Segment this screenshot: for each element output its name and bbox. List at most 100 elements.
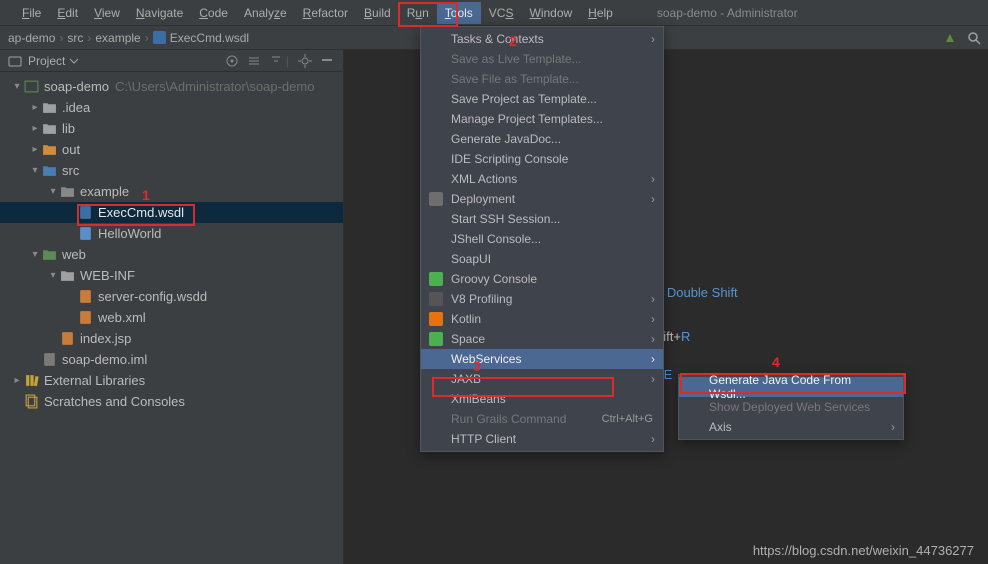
menu-edit[interactable]: Edit [49, 2, 86, 24]
chevron-icon[interactable]: ▸ [10, 370, 24, 391]
tree-node-label: web [62, 244, 86, 265]
tools-menu-item-kotlin[interactable]: Kotlin [421, 309, 663, 329]
menu-vcs[interactable]: VCS [481, 2, 522, 24]
collapse-all-icon[interactable] [268, 53, 284, 69]
chevron-icon[interactable]: ▾ [46, 265, 60, 286]
submenu-arrow-icon [651, 352, 655, 366]
build-icon[interactable] [944, 30, 960, 46]
crumb-2[interactable]: example [95, 31, 140, 45]
watermark: https://blog.csdn.net/weixin_44736277 [753, 543, 974, 558]
tools-menu-item-manage-project-templates[interactable]: Manage Project Templates... [421, 109, 663, 129]
tools-menu-item-generate-javadoc[interactable]: Generate JavaDoc... [421, 129, 663, 149]
hide-icon[interactable] [319, 53, 335, 69]
tools-menu-item-space[interactable]: Space [421, 329, 663, 349]
chevron-icon[interactable]: ▸ [28, 139, 42, 160]
chevron-icon[interactable]: ▾ [46, 181, 60, 202]
tree-node-label: out [62, 139, 80, 160]
project-tree[interactable]: ▾soap-demoC:\Users\Administrator\soap-de… [0, 72, 343, 416]
crumb-0[interactable]: ap-demo [8, 31, 55, 45]
tree-node-index-jsp[interactable]: index.jsp [0, 328, 343, 349]
tree-node-label: External Libraries [44, 370, 145, 391]
tools-menu-item-start-ssh-session[interactable]: Start SSH Session... [421, 209, 663, 229]
ws-submenu-item-generate-java-code-from-wsdl[interactable]: Generate Java Code From Wsdl... [679, 377, 903, 397]
tree-node-lib[interactable]: ▸ lib [0, 118, 343, 139]
ws-submenu-item-axis[interactable]: Axis [679, 417, 903, 437]
crumb-1[interactable]: src [67, 31, 83, 45]
menu-analyze[interactable]: Analyze [236, 2, 295, 24]
tree-node-scratches-and-consoles[interactable]: Scratches and Consoles [0, 391, 343, 412]
tools-menu-item-webservices[interactable]: WebServices [421, 349, 663, 369]
menu-item-icon [429, 272, 443, 286]
menu-help[interactable]: Help [580, 2, 621, 24]
tools-menu-item-ide-scripting-console[interactable]: IDE Scripting Console [421, 149, 663, 169]
submenu-arrow-icon [651, 172, 655, 186]
menu-tools[interactable]: Tools [437, 2, 481, 24]
tree-node-web-inf[interactable]: ▾WEB-INF [0, 265, 343, 286]
locate-icon[interactable] [224, 53, 240, 69]
tree-node-label: web.xml [98, 307, 146, 328]
chevron-icon[interactable]: ▸ [28, 97, 42, 118]
tree-node-example[interactable]: ▾example [0, 181, 343, 202]
tools-menu-item-jshell-console[interactable]: JShell Console... [421, 229, 663, 249]
tree-node-label: lib [62, 118, 75, 139]
tools-menu-item-soapui[interactable]: SoapUI [421, 249, 663, 269]
tree-node-label: src [62, 160, 79, 181]
project-panel: Project | ▾soap-demoC:\Users\Administrat… [0, 50, 344, 564]
chevron-icon[interactable]: ▾ [28, 244, 42, 265]
menu-item-icon [429, 292, 443, 306]
tree-node-out[interactable]: ▸ out [0, 139, 343, 160]
tree-node-soap-demo-iml[interactable]: soap-demo.iml [0, 349, 343, 370]
folder-icon [42, 121, 57, 136]
tree-node-execcmd-wsdl[interactable]: ExecCmd.wsdl [0, 202, 343, 223]
dropdown-icon[interactable] [69, 56, 79, 66]
tree-node-web[interactable]: ▾ web [0, 244, 343, 265]
menu-item-label: Start SSH Session... [451, 212, 560, 226]
tools-menu-item-deployment[interactable]: Deployment [421, 189, 663, 209]
cfg-icon [78, 289, 93, 304]
tools-menu-item-jaxb[interactable]: JAXB [421, 369, 663, 389]
tools-menu-item-http-client[interactable]: HTTP Client [421, 429, 663, 449]
tools-menu-item-save-file-as-template: Save File as Template... [421, 69, 663, 89]
tree-node-helloworld[interactable]: HelloWorld [0, 223, 343, 244]
menu-navigate[interactable]: Navigate [128, 2, 191, 24]
module-icon [24, 79, 39, 94]
gear-icon[interactable] [297, 53, 313, 69]
tools-menu-item-xml-actions[interactable]: XML Actions [421, 169, 663, 189]
menu-item-label: XmlBeans [451, 392, 506, 406]
tools-menu-item-save-project-as-template[interactable]: Save Project as Template... [421, 89, 663, 109]
tree-node-soap-demo[interactable]: ▾soap-demoC:\Users\Administrator\soap-de… [0, 76, 343, 97]
tools-menu-item-xmlbeans[interactable]: XmlBeans [421, 389, 663, 409]
chevron-icon[interactable]: ▾ [10, 76, 24, 97]
menu-item-label: Kotlin [451, 312, 481, 326]
menu-item-label: Run Grails Command [451, 412, 566, 426]
tree-node-server-config-wsdd[interactable]: server-config.wsdd [0, 286, 343, 307]
menu-run[interactable]: Run [399, 2, 437, 24]
menu-code[interactable]: Code [191, 2, 236, 24]
menu-view[interactable]: View [86, 2, 128, 24]
expand-all-icon[interactable] [246, 53, 262, 69]
tree-node-label: Scratches and Consoles [44, 391, 185, 412]
tree-node-external-libraries[interactable]: ▸ External Libraries [0, 370, 343, 391]
crumb-3[interactable]: ExecCmd.wsdl [153, 31, 249, 45]
menu-item-icon [429, 312, 443, 326]
chevron-icon[interactable]: ▸ [28, 118, 42, 139]
tree-node--idea[interactable]: ▸.idea [0, 97, 343, 118]
menu-refactor[interactable]: Refactor [295, 2, 356, 24]
folder-out-icon [42, 142, 57, 157]
chevron-icon[interactable]: ▾ [28, 160, 42, 181]
tools-menu-item-groovy-console[interactable]: Groovy Console [421, 269, 663, 289]
tree-node-label: soap-demo.iml [62, 349, 147, 370]
search-icon[interactable] [966, 30, 982, 46]
menu-window[interactable]: Window [521, 2, 580, 24]
tools-menu-item-tasks-contexts[interactable]: Tasks & Contexts [421, 29, 663, 49]
tree-node-label: soap-demo [44, 76, 109, 97]
iml-icon [42, 352, 57, 367]
tree-node-web-xml[interactable]: web.xml [0, 307, 343, 328]
menu-item-icon [429, 192, 443, 206]
menu-build[interactable]: Build [356, 2, 399, 24]
tree-node-src[interactable]: ▾ src [0, 160, 343, 181]
tools-menu-item-v8-profiling[interactable]: V8 Profiling [421, 289, 663, 309]
menu-file[interactable]: File [14, 2, 49, 24]
tree-node-label: index.jsp [80, 328, 131, 349]
webservices-submenu: Generate Java Code From Wsdl...Show Depl… [678, 374, 904, 440]
